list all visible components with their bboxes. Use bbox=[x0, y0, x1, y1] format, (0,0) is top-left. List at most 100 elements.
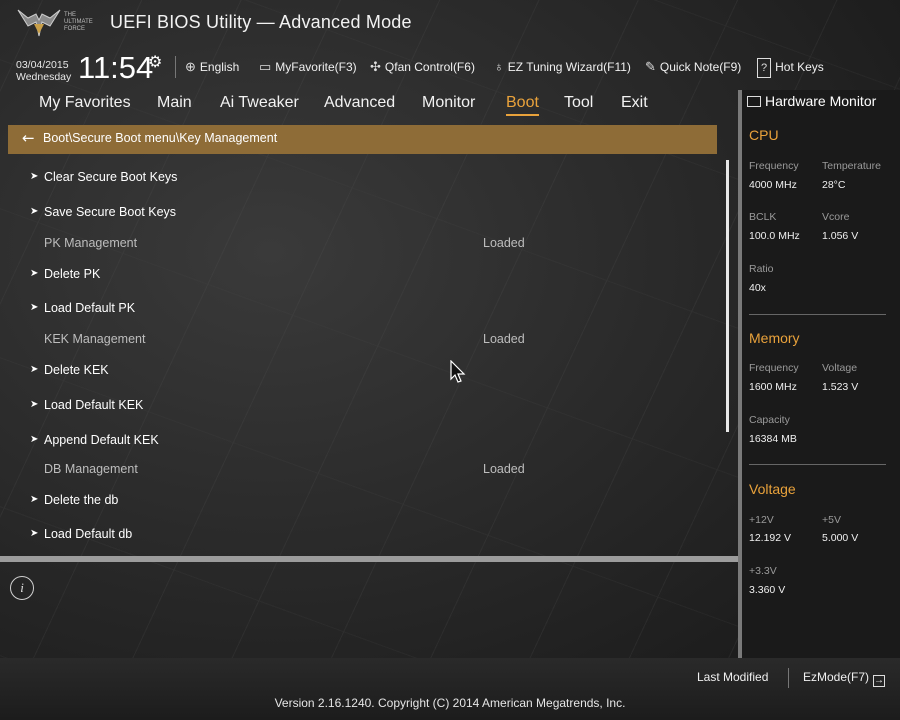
capacity-value: 16384 MB bbox=[749, 433, 797, 445]
note-icon: ✎ bbox=[645, 59, 656, 74]
tab-boot[interactable]: Boot bbox=[506, 92, 539, 116]
list-item-load-default-kek[interactable]: ➤ Load Default KEK bbox=[30, 392, 720, 418]
tab-tool[interactable]: Tool bbox=[564, 92, 593, 114]
monitor-icon bbox=[747, 96, 761, 107]
list-item-delete-kek[interactable]: ➤ Delete KEK bbox=[30, 357, 720, 383]
favorite-icon: ▭ bbox=[259, 59, 272, 74]
tab-monitor[interactable]: Monitor bbox=[422, 92, 475, 114]
tab-main[interactable]: Main bbox=[157, 92, 192, 114]
version-text: Version 2.16.1240. Copyright (C) 2014 Am… bbox=[274, 696, 626, 710]
cpu-temperature-label: Temperature bbox=[822, 160, 881, 172]
breadcrumb-path: Boot\Secure Boot menu\Key Management bbox=[43, 131, 278, 145]
chevron-right-icon: ➤ bbox=[30, 206, 39, 217]
chevron-right-icon: ➤ bbox=[30, 364, 39, 375]
last-modified-button[interactable]: Last Modified bbox=[697, 670, 768, 684]
v5-value: 5.000 V bbox=[822, 532, 859, 544]
capacity-label: Capacity bbox=[749, 414, 790, 426]
list-item-delete-pk[interactable]: ➤ Delete PK bbox=[30, 261, 720, 287]
help-panel-divider bbox=[0, 556, 738, 562]
v12-value: 12.192 V bbox=[749, 532, 792, 544]
date-text: 03/04/2015 bbox=[16, 59, 69, 71]
pk-management-row: PK Management Loaded bbox=[30, 230, 720, 256]
chevron-right-icon: ➤ bbox=[30, 434, 39, 445]
tuf-logo-icon bbox=[17, 9, 61, 37]
hot-keys-button[interactable]: ? Hot Keys bbox=[757, 58, 824, 78]
list-item-label: Delete PK bbox=[44, 267, 101, 281]
setting-value: Loaded bbox=[483, 462, 525, 476]
tab-advanced[interactable]: Advanced bbox=[324, 92, 395, 114]
list-item-save-secure-boot-keys[interactable]: ➤ Save Secure Boot Keys bbox=[30, 199, 720, 225]
header-divider bbox=[175, 56, 176, 78]
tab-exit[interactable]: Exit bbox=[621, 92, 648, 114]
list-item-label: Load Default db bbox=[44, 527, 133, 541]
tab-ai-tweaker[interactable]: Ai Tweaker bbox=[220, 92, 299, 114]
hardware-monitor-label: Hardware Monitor bbox=[765, 93, 877, 109]
list-item-label: Save Secure Boot Keys bbox=[44, 205, 177, 219]
ezmode-label: EzMode(F7) bbox=[803, 670, 870, 684]
hardware-monitor-title: Hardware Monitor bbox=[747, 93, 876, 109]
db-management-row: DB Management Loaded bbox=[30, 456, 720, 482]
info-icon: i bbox=[10, 576, 34, 600]
setting-value: Loaded bbox=[483, 236, 525, 250]
vertical-scrollbar[interactable] bbox=[726, 160, 729, 432]
back-arrow-icon[interactable]: ← bbox=[22, 129, 35, 147]
vcore-value: 1.056 V bbox=[822, 230, 859, 242]
qfan-label: Qfan Control(F6) bbox=[384, 60, 475, 74]
ratio-value: 40x bbox=[749, 282, 766, 294]
footer-bar bbox=[0, 658, 900, 720]
setting-label: PK Management bbox=[44, 236, 138, 250]
header-bar: THE ULTIMATE FORCE UEFI BIOS Utility — A… bbox=[0, 0, 900, 90]
section-divider bbox=[749, 464, 886, 465]
hot-keys-label: Hot Keys bbox=[775, 60, 824, 74]
breadcrumb: ← Boot\Secure Boot menu\Key Management bbox=[8, 125, 717, 154]
language-button[interactable]: ⊕ English bbox=[185, 58, 239, 76]
logo-text: THE ULTIMATE FORCE bbox=[64, 12, 93, 32]
myfavorite-button[interactable]: ▭ MyFavorite(F3) bbox=[259, 58, 357, 76]
list-item-delete-the-db[interactable]: ➤ Delete the db bbox=[30, 487, 720, 513]
memory-voltage-value: 1.523 V bbox=[822, 381, 859, 393]
list-item-clear-secure-boot-keys[interactable]: ➤ Clear Secure Boot Keys bbox=[30, 164, 720, 190]
help-icon: ? bbox=[757, 58, 772, 78]
list-item-load-default-pk[interactable]: ➤ Load Default PK bbox=[30, 295, 720, 321]
list-item-label: Delete the db bbox=[44, 493, 119, 507]
qfan-control-button[interactable]: ✣ Qfan Control(F6) bbox=[370, 58, 475, 76]
vcore-label: Vcore bbox=[822, 211, 850, 223]
ez-tuning-wizard-button[interactable]: ♁ EZ Tuning Wizard(F11) bbox=[494, 58, 631, 76]
ratio-label: Ratio bbox=[749, 263, 774, 275]
section-divider bbox=[749, 314, 886, 315]
quick-note-button[interactable]: ✎ Quick Note(F9) bbox=[645, 58, 741, 76]
chevron-right-icon: ➤ bbox=[30, 399, 39, 410]
quick-note-label: Quick Note(F9) bbox=[659, 60, 742, 74]
ezmode-button[interactable]: EzMode(F7) → bbox=[803, 670, 886, 687]
setting-value: Loaded bbox=[483, 332, 525, 346]
fan-icon: ✣ bbox=[370, 59, 381, 74]
cpu-heading: CPU bbox=[749, 127, 779, 143]
list-item-label: Clear Secure Boot Keys bbox=[44, 170, 178, 184]
setting-label: KEK Management bbox=[44, 332, 146, 346]
bclk-label: BCLK bbox=[749, 211, 777, 223]
weekday-text: Wednesday bbox=[16, 71, 72, 83]
exit-icon: → bbox=[873, 675, 886, 687]
kek-management-row: KEK Management Loaded bbox=[30, 326, 720, 352]
list-item-label: Load Default PK bbox=[44, 301, 136, 315]
list-item-load-default-db[interactable]: ➤ Load Default db bbox=[30, 521, 720, 547]
chevron-right-icon: ➤ bbox=[30, 171, 39, 182]
memory-heading: Memory bbox=[749, 330, 800, 346]
chevron-right-icon: ➤ bbox=[30, 302, 39, 313]
list-item-append-default-kek[interactable]: ➤ Append Default KEK bbox=[30, 427, 720, 453]
chevron-right-icon: ➤ bbox=[30, 528, 39, 539]
list-item-label: Append Default KEK bbox=[44, 433, 159, 447]
memory-frequency-value: 1600 MHz bbox=[749, 381, 797, 393]
bclk-value: 100.0 MHz bbox=[749, 230, 800, 242]
v12-label: +12V bbox=[749, 514, 774, 526]
cpu-frequency-label: Frequency bbox=[749, 160, 799, 172]
chevron-right-icon: ➤ bbox=[30, 494, 39, 505]
clock-settings-gear-icon[interactable]: ⚙ bbox=[148, 52, 162, 71]
ez-tuning-label: EZ Tuning Wizard(F11) bbox=[507, 60, 631, 74]
footer-divider bbox=[788, 668, 789, 688]
v33-label: +3.3V bbox=[749, 565, 777, 577]
app-title: UEFI BIOS Utility — Advanced Mode bbox=[110, 12, 412, 32]
setting-label: DB Management bbox=[44, 462, 138, 476]
tab-my-favorites[interactable]: My Favorites bbox=[39, 92, 131, 114]
v5-label: +5V bbox=[822, 514, 841, 526]
